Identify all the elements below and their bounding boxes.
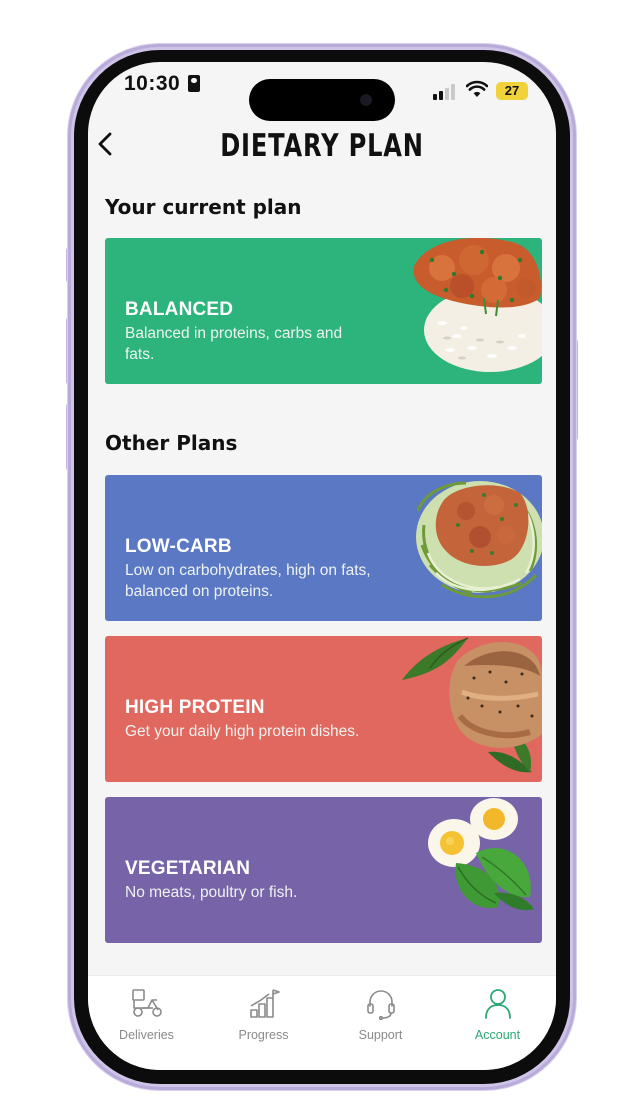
plan-card-vegetarian[interactable]: VEGETARIAN No meats, poultry or fish. bbox=[105, 797, 542, 943]
plan-card-high-protein[interactable]: HIGH PROTEIN Get your daily high protein… bbox=[105, 636, 542, 782]
plan-name: HIGH PROTEIN bbox=[125, 697, 265, 718]
tab-label: Support bbox=[358, 1028, 403, 1042]
plan-name: LOW-CARB bbox=[125, 536, 232, 557]
camera-icon bbox=[360, 94, 372, 106]
current-plan-heading: Your current plan bbox=[105, 195, 302, 219]
bottom-tab-bar: Deliveries Progress Support Account bbox=[88, 975, 556, 1070]
status-time: 10:30 bbox=[124, 72, 181, 95]
wifi-icon bbox=[466, 80, 488, 97]
progress-chart-icon bbox=[250, 989, 280, 1018]
plan-card-balanced[interactable]: BALANCED Balanced in proteins, carbs and… bbox=[105, 238, 542, 384]
plan-name: VEGETARIAN bbox=[125, 858, 251, 879]
tab-account[interactable]: Account bbox=[439, 976, 556, 1056]
plan-description: Get your daily high protein dishes. bbox=[125, 723, 360, 740]
cellular-signal-icon bbox=[433, 84, 459, 100]
app-screen: 10:30 27 DIETARY PLAN Your current plan bbox=[88, 62, 556, 1070]
delivery-scooter-icon bbox=[132, 989, 162, 1017]
tab-progress[interactable]: Progress bbox=[205, 976, 322, 1056]
zucchini-noodles-image bbox=[416, 481, 542, 599]
other-plans-heading: Other Plans bbox=[105, 431, 238, 455]
page-title: DIETARY PLAN bbox=[220, 128, 424, 164]
back-chevron-icon[interactable] bbox=[94, 128, 118, 160]
plan-name: BALANCED bbox=[125, 299, 234, 320]
tab-label: Account bbox=[474, 1028, 521, 1042]
grilled-chicken-image bbox=[402, 637, 542, 773]
id-card-icon bbox=[188, 75, 200, 92]
plan-description: Low on carbohydrates, high on fats, bala… bbox=[125, 562, 371, 600]
tab-label: Deliveries bbox=[119, 1028, 174, 1042]
plan-card-low-carb[interactable]: LOW-CARB Low on carbohydrates, high on f… bbox=[105, 475, 542, 621]
curry-rice-image bbox=[413, 238, 542, 372]
egg-basil-image bbox=[428, 798, 534, 911]
tab-deliveries[interactable]: Deliveries bbox=[88, 976, 205, 1056]
plan-description: Balanced in proteins, carbs and fats. bbox=[125, 325, 343, 363]
headset-icon bbox=[367, 990, 395, 1020]
dynamic-island bbox=[249, 79, 395, 121]
tab-support[interactable]: Support bbox=[322, 976, 439, 1056]
user-icon bbox=[485, 989, 511, 1019]
tab-label: Progress bbox=[238, 1028, 289, 1042]
battery-level: 27 bbox=[496, 82, 528, 100]
plan-description: No meats, poultry or fish. bbox=[125, 884, 298, 901]
